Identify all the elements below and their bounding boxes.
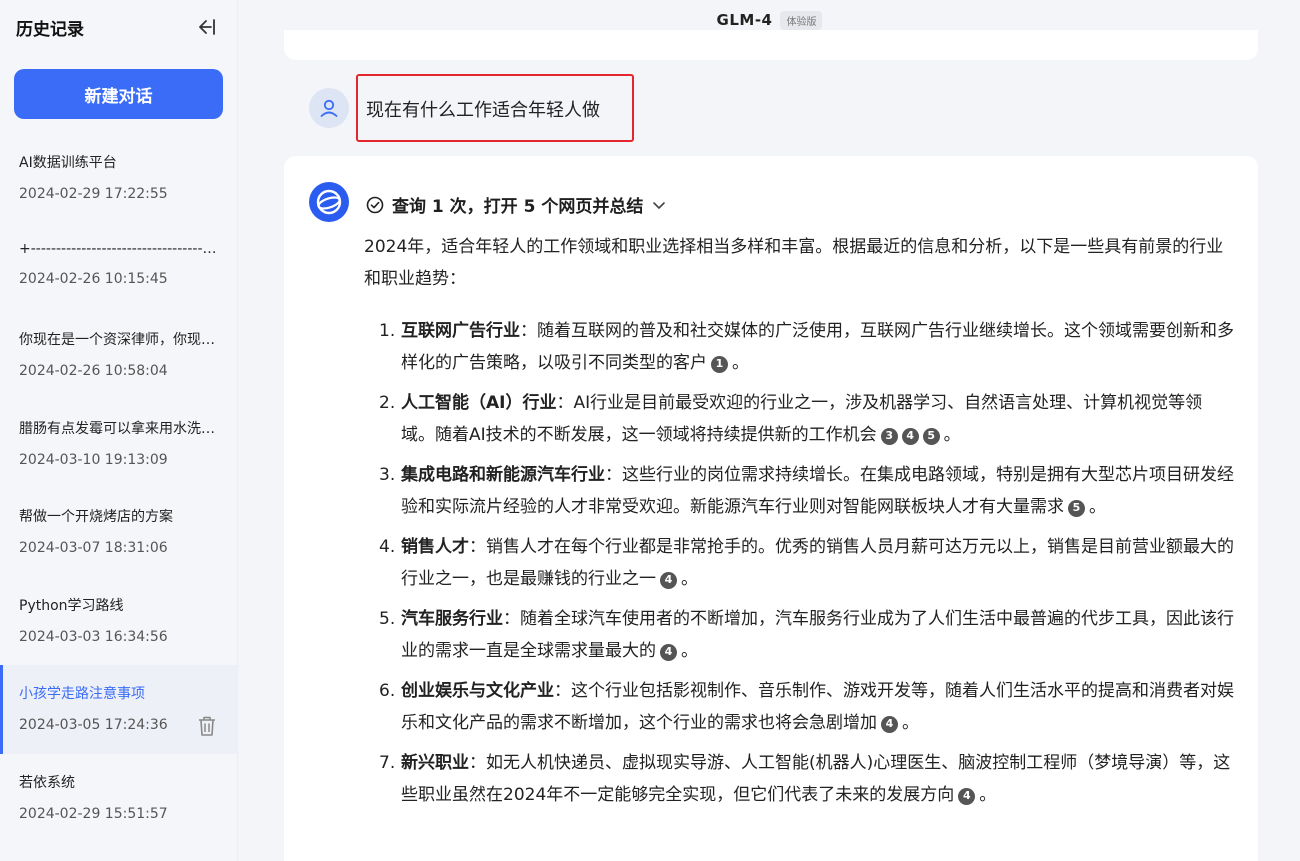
answer-point: 2. 人工智能（AI）行业：AI行业是目前最受欢迎的行业之一，涉及机器学习、自然语… [364, 387, 1234, 451]
user-message-row: 现在有什么工作适合年轻人做 [309, 74, 634, 142]
citation-badge[interactable]: 4 [901, 427, 919, 445]
history-item-name: 腊肠有点发霉可以拿来用水洗一洗 [19, 420, 217, 437]
history-item-time: 2024-03-10 19:13:09 [19, 451, 168, 468]
citation-badge[interactable]: 5 [922, 427, 940, 445]
point-end: 。 [1089, 497, 1106, 517]
point-text: ：销售人才在每个行业都是非常抢手的。优秀的销售人员月薪可达万元以上，销售是目前营… [401, 537, 1234, 589]
point-end: 。 [681, 641, 698, 661]
check-circle-icon [366, 196, 384, 213]
point-end: 。 [943, 425, 961, 445]
history-item-time: 2024-02-29 17:22:55 [19, 186, 168, 202]
point-text: ：随着互联网的普及和社交媒体的广泛使用，互联网广告行业继续增长。这个领域需要创新… [401, 321, 1234, 373]
point-term: 新兴职业 [401, 753, 469, 773]
point-number: 3. [379, 465, 396, 485]
point-text: ：随着全球汽车使用者的不断增加，汽车服务行业成为了人们生活中最普遍的代步工具，因… [401, 609, 1234, 661]
history-item-name: Python学习路线 [19, 597, 124, 614]
new-chat-button[interactable]: 新建对话 [14, 69, 223, 119]
citation-badge[interactable]: 4 [958, 787, 976, 805]
point-term: 互联网广告行业 [401, 321, 520, 341]
history-item[interactable]: 腊肠有点发霉可以拿来用水洗一洗 2024-03-10 19:13:09 [0, 400, 237, 489]
point-text: ：如无人机快递员、虚拟现实导游、人工智能(机器人)心理医生、脑波控制工程师（梦境… [401, 753, 1231, 805]
user-message: 现在有什么工作适合年轻人做 [356, 74, 634, 142]
answer-point: 5. 汽车服务行业：随着全球汽车使用者的不断增加，汽车服务行业成为了人们生活中最普… [364, 603, 1234, 667]
point-term: 人工智能（AI）行业 [401, 393, 557, 413]
history-item[interactable]: 帮做一个开烧烤店的方案 2024-03-07 18:31:06 [0, 488, 237, 577]
chevron-down-icon [653, 201, 666, 209]
history-item[interactable]: Python学习路线 2024-03-03 16:34:56 [0, 577, 237, 666]
history-item[interactable]: +---------------------------------------… [0, 223, 237, 312]
answer-intro: 2024年，适合年轻人的工作领域和职业选择相当多样和丰富。根据最近的信息和分析，… [364, 237, 1224, 289]
collapse-sidebar-icon[interactable] [195, 16, 217, 38]
glm-logo-icon [309, 182, 349, 222]
chat-main: GLM-4 体验版 现在有什么工作适合年轻人做 查询 1 次，打开 5 个网页并… [239, 0, 1300, 861]
history-item-name: 帮做一个开烧烤店的方案 [19, 509, 173, 525]
history-item-time: 2024-02-29 15:51:57 [19, 805, 168, 822]
point-end: 。 [681, 569, 698, 589]
answer-point: 4. 销售人才：销售人才在每个行业都是非常抢手的。优秀的销售人员月薪可达万元以上，… [364, 531, 1234, 595]
point-number: 1. [379, 321, 396, 341]
citation-badge[interactable]: 1 [711, 355, 728, 373]
history-item-name: AI数据训练平台 [19, 155, 117, 171]
answer-point: 3. 集成电路和新能源汽车行业：这些行业的岗位需求持续增长。在集成电路领域，特别是… [364, 459, 1234, 523]
history-item-time: 2024-02-26 10:15:45 [19, 270, 168, 287]
sidebar-header: 历史记录 [0, 0, 237, 54]
point-term: 集成电路和新能源汽车行业 [401, 465, 605, 485]
answer-point: 6. 创业娱乐与文化产业：这个行业包括影视制作、音乐制作、游戏开发等，随着人们生活… [364, 675, 1234, 739]
point-number: 5. [379, 609, 396, 629]
point-number: 4. [379, 537, 396, 557]
answer-points-list: 1. 互联网广告行业：随着互联网的普及和社交媒体的广泛使用，互联网广告行业继续增长… [364, 315, 1234, 811]
history-item-active[interactable]: 小孩学走路注意事项 2024-03-05 17:24:36 [0, 665, 237, 754]
model-header: GLM-4 体验版 [239, 0, 1300, 40]
history-item-time: 2024-03-03 16:34:56 [19, 628, 168, 645]
sidebar-title: 历史记录 [16, 19, 84, 40]
history-item[interactable]: 你现在是一个资深律师，你现在需要 2024-02-26 10:58:04 [0, 311, 237, 400]
history-item[interactable]: AI数据训练平台 2024-02-29 17:22:55 [0, 134, 237, 223]
model-badge: 体验版 [780, 10, 823, 30]
history-sidebar: 历史记录 新建对话 AI数据训练平台 2024-02-29 17:22:55 +… [0, 0, 238, 861]
history-item[interactable]: 若依系统 2024-02-29 15:51:57 [0, 754, 237, 843]
history-item-name: +---------------------------------------… [19, 240, 217, 257]
point-number: 6. [379, 681, 396, 701]
history-item-time: 2024-03-05 17:24:36 [19, 717, 168, 733]
answer-body: 2024年，适合年轻人的工作领域和职业选择相当多样和丰富。根据最近的信息和分析，… [364, 231, 1234, 819]
answer-point: 7. 新兴职业：如无人机快递员、虚拟现实导游、人工智能(机器人)心理医生、脑波控制… [364, 747, 1234, 811]
point-end: 。 [902, 713, 919, 733]
trash-icon[interactable] [197, 715, 217, 737]
point-number: 7. [379, 753, 396, 773]
search-summary-label: 查询 1 次，打开 5 个网页并总结 [392, 197, 644, 217]
point-term: 汽车服务行业 [401, 609, 503, 629]
history-item-time: 2024-02-26 10:58:04 [19, 363, 168, 379]
point-term: 销售人才 [401, 537, 469, 557]
search-summary-toggle[interactable]: 查询 1 次，打开 5 个网页并总结 [366, 192, 667, 217]
model-name: GLM-4 [716, 11, 773, 29]
history-item-time: 2024-03-07 18:31:06 [19, 540, 168, 556]
user-avatar-icon [309, 88, 349, 128]
citation-badge[interactable]: 4 [881, 715, 898, 733]
point-end: 。 [979, 785, 997, 805]
answer-point: 1. 互联网广告行业：随着互联网的普及和社交媒体的广泛使用，互联网广告行业继续增长… [364, 315, 1234, 379]
citation-badge[interactable]: 4 [660, 643, 677, 661]
history-item-name: 你现在是一个资深律师，你现在需要 [19, 332, 217, 348]
citation-badge[interactable]: 3 [880, 427, 898, 445]
citation-badge[interactable]: 4 [660, 571, 677, 589]
history-item-name: 若依系统 [19, 774, 75, 791]
citation-badge[interactable]: 5 [1068, 499, 1085, 517]
point-number: 2. [379, 393, 396, 413]
point-end: 。 [732, 353, 749, 373]
history-list: AI数据训练平台 2024-02-29 17:22:55 +----------… [0, 134, 237, 842]
point-term: 创业娱乐与文化产业 [401, 681, 554, 701]
assistant-answer-card: 查询 1 次，打开 5 个网页并总结 2024年，适合年轻人的工作领域和职业选择… [284, 156, 1258, 861]
history-item-name: 小孩学走路注意事项 [19, 686, 145, 702]
